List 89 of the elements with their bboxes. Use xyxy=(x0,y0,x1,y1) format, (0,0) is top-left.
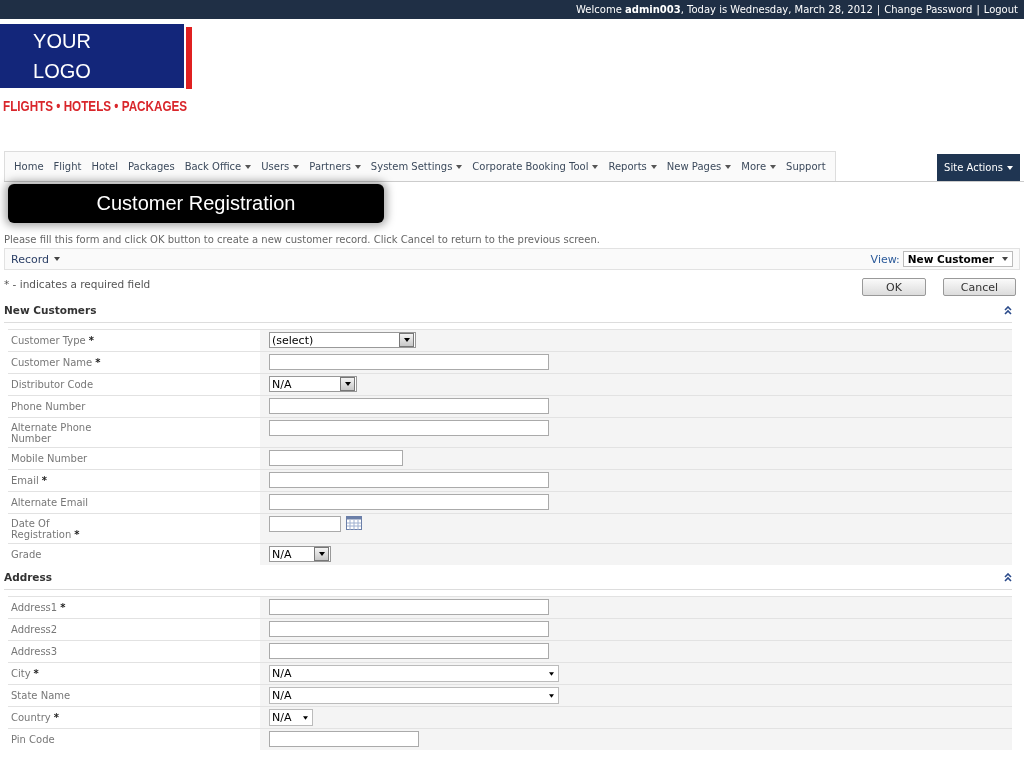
dropdown-field[interactable]: N/A xyxy=(269,665,559,682)
caret-icon xyxy=(1002,257,1008,261)
text-field[interactable] xyxy=(269,420,549,436)
nav-item[interactable]: Corporate Booking Tool xyxy=(467,161,604,172)
caret-icon xyxy=(318,552,325,556)
nav-item[interactable]: More xyxy=(736,161,782,172)
tagline: FLIGHTS • HOTELS • PACKAGES xyxy=(3,97,189,114)
caret-icon xyxy=(725,164,732,169)
text-field[interactable] xyxy=(269,450,403,466)
text-field[interactable] xyxy=(269,354,549,370)
nav-item[interactable]: Back Office xyxy=(179,161,257,172)
site-actions-button[interactable]: Site Actions xyxy=(937,154,1020,181)
nav-item[interactable]: New Pages xyxy=(661,161,737,172)
title-callout: Customer Registration xyxy=(8,184,384,223)
logo-accent-bar xyxy=(186,27,192,89)
collapse-icon[interactable] xyxy=(1004,572,1012,582)
field-label: Alternate Email xyxy=(11,497,89,508)
field-label: Address1 * xyxy=(11,602,66,613)
field-label: City * xyxy=(11,668,39,679)
caret-icon xyxy=(293,164,300,169)
field-label: Pin Code xyxy=(11,734,55,745)
view-dropdown[interactable]: New Customer xyxy=(902,251,1013,267)
dropdown-button[interactable] xyxy=(340,377,355,391)
text-field[interactable] xyxy=(269,643,549,659)
nav-item[interactable]: Packages xyxy=(122,161,180,172)
nav-item[interactable]: Home xyxy=(9,161,49,172)
field-label: Country * xyxy=(11,712,59,723)
welcome-text: Welcome admin003, Today is Wednesday, March 28, 2012 xyxy=(576,4,873,15)
text-field[interactable] xyxy=(269,599,549,615)
dropdown-button[interactable] xyxy=(399,333,414,347)
caret-icon xyxy=(456,164,463,169)
field-label: Distributor Code xyxy=(11,379,94,390)
field-label: Address2 xyxy=(11,624,58,635)
section-title: New Customers xyxy=(4,304,97,316)
form-button[interactable]: Cancel xyxy=(943,278,1016,296)
field-label: State Name xyxy=(11,690,71,701)
dropdown-button[interactable] xyxy=(314,547,329,561)
date-field[interactable] xyxy=(269,516,341,532)
instructions-text: Please fill this form and click OK button to create a new customer record. Click Cancel to return to the previous screen. xyxy=(3,234,601,247)
record-menu[interactable]: Record xyxy=(11,252,60,266)
dropdown-field[interactable]: N/A xyxy=(269,709,313,726)
caret-icon xyxy=(770,164,777,169)
field-label: Grade xyxy=(11,549,42,560)
text-field[interactable] xyxy=(269,494,549,510)
text-field[interactable] xyxy=(269,472,549,488)
field-label: Customer Name * xyxy=(11,357,101,368)
caret-icon xyxy=(245,164,252,169)
field-label: Mobile Number xyxy=(11,453,88,464)
field-label: Email * xyxy=(11,475,47,486)
caret-icon xyxy=(592,164,599,169)
change-password-link[interactable]: Change Password xyxy=(884,4,973,15)
field-label: Date Of Registration * xyxy=(11,518,81,540)
caret-icon xyxy=(403,338,410,342)
nav-item[interactable]: Reports xyxy=(603,161,662,172)
text-field[interactable] xyxy=(269,621,549,637)
collapse-icon[interactable] xyxy=(1004,305,1012,315)
select-field[interactable]: N/A xyxy=(269,546,331,562)
text-field[interactable] xyxy=(269,731,419,747)
caret-icon xyxy=(1007,165,1013,170)
field-label: Customer Type * xyxy=(11,335,94,346)
dropdown-field[interactable]: N/A xyxy=(269,687,559,704)
logout-link[interactable]: Logout xyxy=(983,4,1018,15)
required-note: * - indicates a required field xyxy=(4,278,151,292)
separator: | xyxy=(976,4,980,15)
caret-icon xyxy=(549,671,554,676)
nav-item[interactable]: Users xyxy=(256,161,305,172)
field-label: Phone Number xyxy=(11,401,86,412)
view-label: View: xyxy=(870,252,900,266)
nav-item[interactable]: Partners xyxy=(304,161,366,172)
field-label: Alternate Phone Number xyxy=(11,422,93,444)
caret-icon xyxy=(549,693,554,698)
nav-item[interactable]: Flight xyxy=(48,161,87,172)
caret-icon xyxy=(303,715,308,720)
text-field[interactable] xyxy=(269,398,549,414)
caret-icon xyxy=(354,164,361,169)
form-button[interactable]: OK xyxy=(862,278,926,296)
select-field[interactable]: (select) xyxy=(269,332,416,348)
logo: YOUR LOGO xyxy=(0,24,184,88)
section-title: Address xyxy=(4,571,52,583)
caret-icon xyxy=(650,164,657,169)
caret-icon xyxy=(344,382,351,386)
calendar-icon[interactable] xyxy=(346,516,362,530)
caret-icon xyxy=(54,257,60,261)
nav-item[interactable]: System Settings xyxy=(365,161,468,172)
select-field[interactable]: N/A xyxy=(269,376,357,392)
field-label: Address3 xyxy=(11,646,58,657)
nav-item[interactable]: Hotel xyxy=(86,161,123,172)
nav-item[interactable]: Support xyxy=(781,161,831,172)
separator: | xyxy=(876,4,881,15)
